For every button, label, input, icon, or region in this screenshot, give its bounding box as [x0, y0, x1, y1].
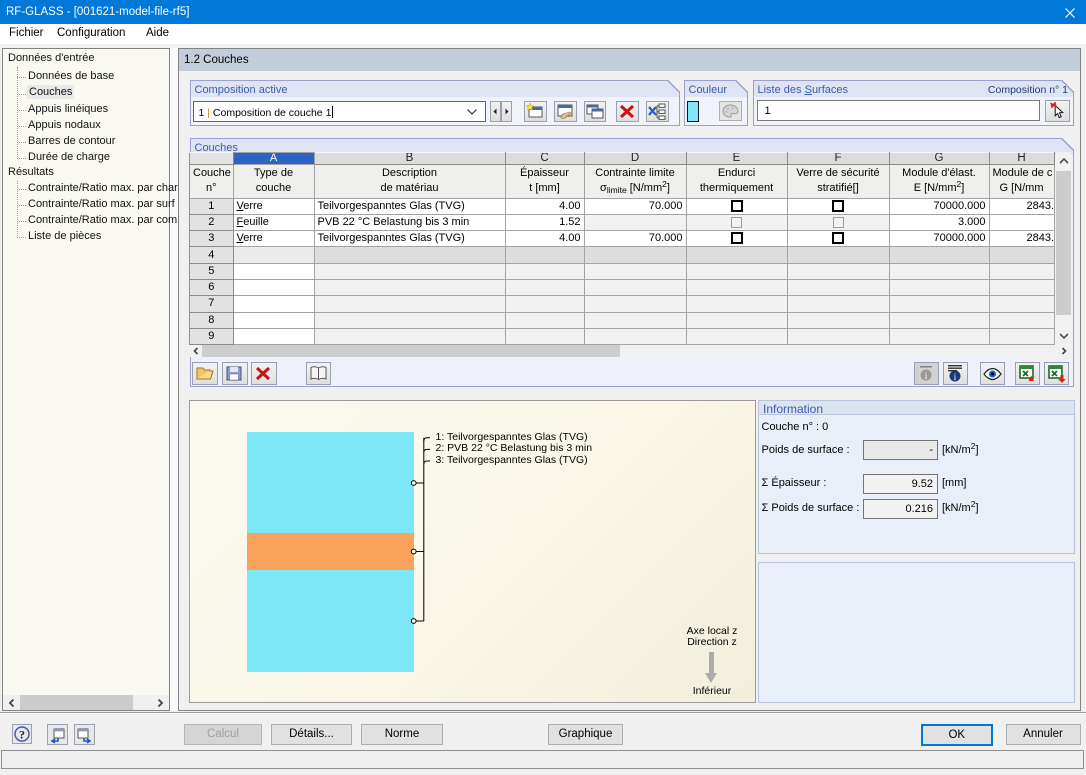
svg-text:?: ? [19, 728, 25, 742]
